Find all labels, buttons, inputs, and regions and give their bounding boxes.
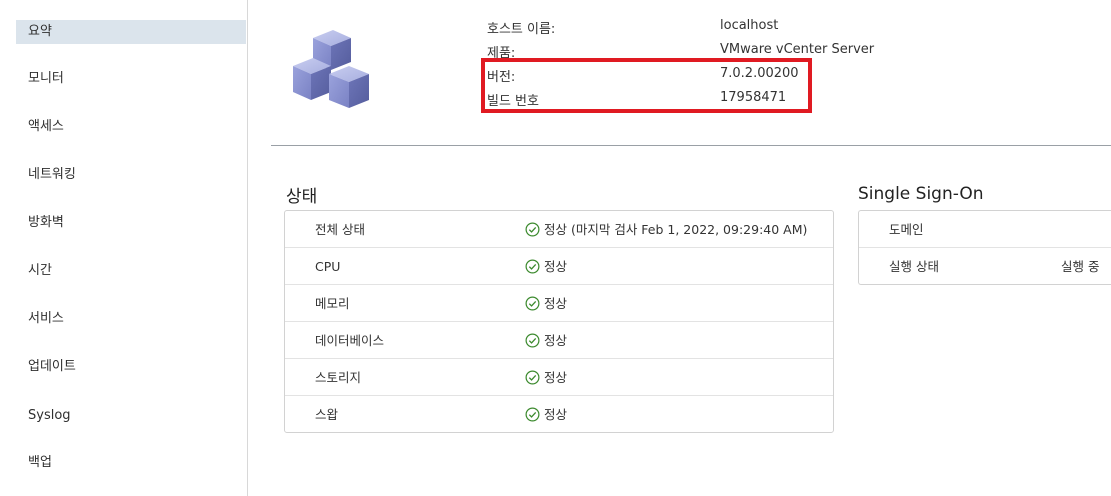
- health-row-status-text: 정상: [544, 259, 568, 274]
- sso-row-domain: 도메인: [859, 211, 1111, 248]
- health-row-cpu: CPU 정상: [285, 248, 833, 285]
- sidebar-item-summary[interactable]: 요약: [16, 20, 246, 44]
- sidebar-item-backup[interactable]: 백업: [16, 451, 246, 475]
- health-row-value: 정상: [525, 285, 567, 322]
- check-circle-icon: [525, 370, 540, 385]
- health-row-value: 정상: [525, 248, 567, 285]
- sidebar-item-time[interactable]: 시간: [16, 259, 246, 283]
- health-row-memory: 메모리 정상: [285, 285, 833, 322]
- health-row-label: 전체 상태: [315, 222, 365, 237]
- sidebar-item-update[interactable]: 업데이트: [16, 355, 246, 379]
- health-status-card: 전체 상태 정상 (마지막 검사 Feb 1, 2022, 09:29:40 A…: [284, 210, 834, 433]
- health-row-status-text: 정상: [544, 407, 568, 422]
- health-row-database: 데이터베이스 정상: [285, 322, 833, 359]
- product-value: VMware vCenter Server: [720, 42, 875, 57]
- health-row-status-text: 정상: [544, 333, 568, 348]
- sidebar-nav: 요약 모니터 액세스 네트워킹 방화벽 시간 서비스 업데이트 Syslog 백…: [0, 0, 248, 496]
- health-row-value: 정상 (마지막 검사 Feb 1, 2022, 09:29:40 AM): [525, 211, 807, 248]
- check-circle-icon: [525, 222, 540, 237]
- hostname-value: localhost: [720, 18, 779, 33]
- sidebar-item-services[interactable]: 서비스: [16, 307, 246, 331]
- sidebar-item-networking[interactable]: 네트워킹: [16, 163, 246, 187]
- check-circle-icon: [525, 296, 540, 311]
- health-row-storage: 스토리지 정상: [285, 359, 833, 396]
- section-divider: [271, 145, 1111, 146]
- sso-row-value: 실행 중: [1061, 259, 1100, 274]
- sidebar-item-monitor[interactable]: 모니터: [16, 67, 246, 91]
- health-row-status-text: 정상: [544, 370, 568, 385]
- health-row-label: CPU: [315, 259, 341, 274]
- check-circle-icon: [525, 407, 540, 422]
- health-row-label: 데이터베이스: [315, 333, 385, 348]
- health-row-value: 정상: [525, 396, 567, 433]
- health-row-status-text: 정상 (마지막 검사 Feb 1, 2022, 09:29:40 AM): [544, 222, 808, 237]
- health-row-value: 정상: [525, 322, 567, 359]
- sso-card: 도메인 실행 상태 실행 중: [858, 210, 1111, 285]
- health-row-status-text: 정상: [544, 296, 568, 311]
- health-row-label: 스왑: [315, 407, 339, 422]
- sidebar-item-access[interactable]: 액세스: [16, 115, 246, 139]
- check-circle-icon: [525, 259, 540, 274]
- check-circle-icon: [525, 333, 540, 348]
- health-section-title: 상태: [286, 187, 318, 207]
- hostname-label: 호스트 이름:: [487, 22, 556, 37]
- sso-row-label: 실행 상태: [889, 259, 939, 274]
- main-content: 호스트 이름: localhost 제품: VMware vCenter Ser…: [249, 0, 1111, 496]
- sidebar-item-firewall[interactable]: 방화벽: [16, 211, 246, 235]
- health-row-overall: 전체 상태 정상 (마지막 검사 Feb 1, 2022, 09:29:40 A…: [285, 211, 833, 248]
- health-row-value: 정상: [525, 359, 567, 396]
- health-row-label: 스토리지: [315, 370, 362, 385]
- health-row-label: 메모리: [315, 296, 350, 311]
- version-highlight-box: [481, 58, 812, 113]
- health-row-swap: 스왑 정상: [285, 396, 833, 433]
- sso-row-run-status: 실행 상태 실행 중: [859, 248, 1111, 285]
- sso-row-label: 도메인: [889, 222, 924, 237]
- product-cubes-logo: [293, 30, 369, 108]
- sidebar-item-syslog[interactable]: Syslog: [16, 404, 246, 428]
- sso-section-title: Single Sign-On: [858, 184, 984, 204]
